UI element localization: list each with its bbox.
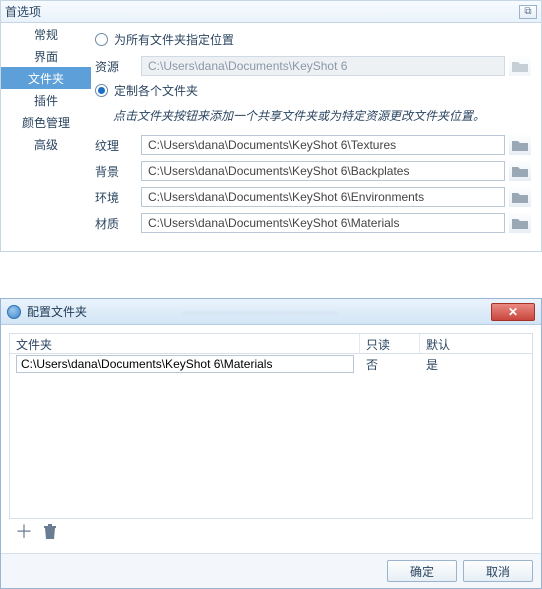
ok-button[interactable]: 确定 [387,560,457,582]
radio-custom-row: 定制各个文件夹 [95,82,531,99]
sidebar-item-label: 插件 [34,92,58,109]
resource-input: C:\Users\dana\Documents\KeyShot 6 [141,56,505,76]
background-input[interactable]: C:\Users\dana\Documents\KeyShot 6\Backpl… [141,161,505,181]
environment-label: 环境 [95,189,141,206]
folder-icon [512,60,528,72]
delete-button[interactable] [41,523,59,541]
content-panel: 为所有文件夹指定位置 资源 C:\Users\dana\Documents\Ke… [91,23,541,251]
resource-label: 资源 [95,58,141,75]
material-row: 材质 C:\Users\dana\Documents\KeyShot 6\Mat… [95,213,531,233]
folder-icon [512,165,528,177]
sidebar-item-folders[interactable]: 文件夹 [1,67,91,89]
sidebar-item-label: 文件夹 [28,70,64,87]
preferences-titlebar: 首选项 ⧉ [1,1,541,23]
background-browse-button[interactable] [509,161,531,181]
configure-title: 配置文件夹 [27,303,182,320]
material-label: 材质 [95,215,141,232]
sidebar-item-interface[interactable]: 界面 [1,45,91,67]
col-default[interactable]: 默认 [420,334,532,353]
radio-all-label: 为所有文件夹指定位置 [114,31,234,48]
collapse-button[interactable]: ⧉ [519,5,537,19]
sidebar-item-label: 颜色管理 [22,114,70,131]
cell-path [10,355,360,373]
sidebar-item-plugins[interactable]: 插件 [1,89,91,111]
environment-browse-button[interactable] [509,187,531,207]
texture-label: 纹理 [95,137,141,154]
sidebar-item-label: 常规 [34,26,58,43]
cell-readonly: 否 [360,356,420,373]
app-icon [7,305,21,319]
radio-all[interactable] [95,33,108,46]
folder-icon [512,191,528,203]
resource-row: 资源 C:\Users\dana\Documents\KeyShot 6 [95,56,531,76]
preferences-window: 首选项 ⧉ 常规 界面 文件夹 插件 颜色管理 高级 为所有文件夹指定位置 资源… [0,0,542,252]
environment-row: 环境 C:\Users\dana\Documents\KeyShot 6\Env… [95,187,531,207]
cell-default: 是 [420,356,532,373]
cancel-button[interactable]: 取消 [463,560,533,582]
close-button[interactable]: ✕ [491,303,535,321]
table-toolbar: ＋ [9,519,533,545]
preferences-body: 常规 界面 文件夹 插件 颜色管理 高级 为所有文件夹指定位置 资源 C:\Us… [1,23,541,251]
sidebar-item-label: 高级 [34,136,58,153]
radio-custom-label: 定制各个文件夹 [114,82,198,99]
texture-input[interactable]: C:\Users\dana\Documents\KeyShot 6\Textur… [141,135,505,155]
folder-table: 文件夹 只读 默认 否 是 [9,333,533,519]
table-body: 否 是 [10,354,532,518]
material-input[interactable]: C:\Users\dana\Documents\KeyShot 6\Materi… [141,213,505,233]
trash-icon [43,524,57,540]
sidebar-item-color[interactable]: 颜色管理 [1,111,91,133]
texture-browse-button[interactable] [509,135,531,155]
sidebar-item-advanced[interactable]: 高级 [1,133,91,155]
preferences-title: 首选项 [5,3,519,20]
background-label: 背景 [95,163,141,180]
background-row: 背景 C:\Users\dana\Documents\KeyShot 6\Bac… [95,161,531,181]
resource-browse-button [509,56,531,76]
material-browse-button[interactable] [509,213,531,233]
configure-folder-dialog: 配置文件夹 ··································… [0,298,542,589]
add-button[interactable]: ＋ [15,523,33,541]
titlebar-blur: ········································… [182,305,491,319]
table-header: 文件夹 只读 默认 [10,334,532,354]
radio-custom[interactable] [95,84,108,97]
folder-icon [512,139,528,151]
hint-text: 点击文件夹按钮来添加一个共享文件夹或为特定资源更改文件夹位置。 [113,107,531,125]
col-readonly[interactable]: 只读 [360,334,420,353]
radio-all-row: 为所有文件夹指定位置 [95,31,531,48]
folder-icon [512,217,528,229]
sidebar: 常规 界面 文件夹 插件 颜色管理 高级 [1,23,91,251]
sidebar-item-general[interactable]: 常规 [1,23,91,45]
dialog-buttons: 确定 取消 [1,553,541,588]
environment-input[interactable]: C:\Users\dana\Documents\KeyShot 6\Enviro… [141,187,505,207]
sidebar-item-label: 界面 [34,48,58,65]
table-row[interactable]: 否 是 [10,354,532,374]
path-input[interactable] [16,355,354,373]
configure-body: 文件夹 只读 默认 否 是 ＋ [1,325,541,553]
col-folder[interactable]: 文件夹 [10,334,360,353]
configure-titlebar: 配置文件夹 ··································… [1,299,541,325]
texture-row: 纹理 C:\Users\dana\Documents\KeyShot 6\Tex… [95,135,531,155]
